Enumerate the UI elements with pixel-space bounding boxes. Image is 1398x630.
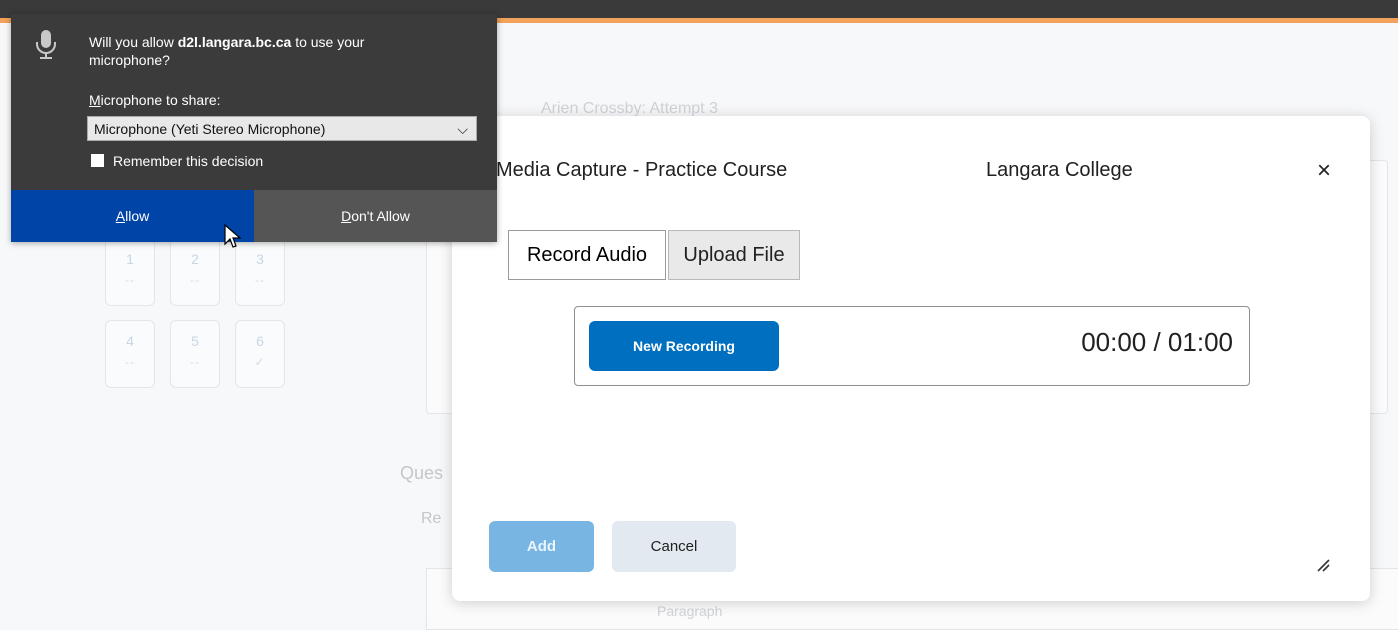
background-question-label: Ques xyxy=(400,463,444,483)
microphone-select-label: Microphone to share: xyxy=(89,92,221,108)
question-status: -- xyxy=(190,273,200,287)
question-number: 3 xyxy=(256,251,264,267)
selected-microphone: Microphone (Yeti Stereo Microphone) xyxy=(94,121,326,137)
chevron-down-icon: ⌵ xyxy=(457,121,468,137)
add-button[interactable]: Add xyxy=(489,521,594,572)
question-status: -- xyxy=(125,273,135,287)
question-box[interactable]: 5 -- xyxy=(170,320,220,388)
allow-button[interactable]: Allow xyxy=(11,190,254,242)
remember-decision-checkbox[interactable] xyxy=(91,154,104,167)
question-status: -- xyxy=(190,355,200,369)
cancel-button[interactable]: Cancel xyxy=(612,521,736,572)
question-number: 2 xyxy=(191,251,199,267)
recording-timer: 00:00 / 01:00 xyxy=(1081,327,1233,357)
question-status: -- xyxy=(125,355,135,369)
recording-panel: New Recording 00:00 / 01:00 xyxy=(574,306,1250,386)
dialog-title: Media Capture - Practice Course xyxy=(496,159,788,181)
question-number: 4 xyxy=(126,333,134,349)
question-status: -- xyxy=(255,273,265,287)
resize-grip-icon[interactable] xyxy=(1316,558,1330,572)
question-box[interactable]: 2 -- xyxy=(170,238,220,306)
question-box[interactable]: 3 -- xyxy=(235,238,285,306)
close-icon[interactable]: × xyxy=(1312,159,1336,184)
dont-allow-button[interactable]: Don't Allow xyxy=(254,190,497,242)
media-capture-dialog: Media Capture - Practice Course Langara … xyxy=(452,116,1370,601)
question-box[interactable]: 4 -- xyxy=(105,320,155,388)
microphone-permission-popup: Will you allow d2l.langara.bc.ca to use … xyxy=(11,14,497,242)
mouse-cursor-icon xyxy=(224,224,242,248)
question-number: 6 xyxy=(256,333,264,349)
question-number: 1 xyxy=(126,251,134,267)
question-number: 5 xyxy=(191,333,199,349)
requesting-domain: d2l.langara.bc.ca xyxy=(177,34,292,50)
background-response-label: Re xyxy=(421,510,442,527)
new-recording-button[interactable]: New Recording xyxy=(589,321,779,371)
remember-decision-label[interactable]: Remember this decision xyxy=(113,153,263,169)
question-status: ✓ xyxy=(254,355,266,369)
question-box[interactable]: 1 -- xyxy=(105,238,155,306)
microphone-select[interactable]: Microphone (Yeti Stereo Microphone) ⌵ xyxy=(87,116,477,141)
paragraph-dropdown: Paragraph xyxy=(657,603,723,619)
question-box[interactable]: 6 ✓ xyxy=(235,320,285,388)
tab-record-audio[interactable]: Record Audio xyxy=(508,230,666,280)
microphone-icon xyxy=(36,30,56,59)
popup-arrow xyxy=(26,6,42,14)
dialog-org-name: Langara College xyxy=(986,159,1133,181)
tab-upload-file[interactable]: Upload File xyxy=(668,230,800,280)
permission-question: Will you allow d2l.langara.bc.ca to use … xyxy=(89,34,365,68)
